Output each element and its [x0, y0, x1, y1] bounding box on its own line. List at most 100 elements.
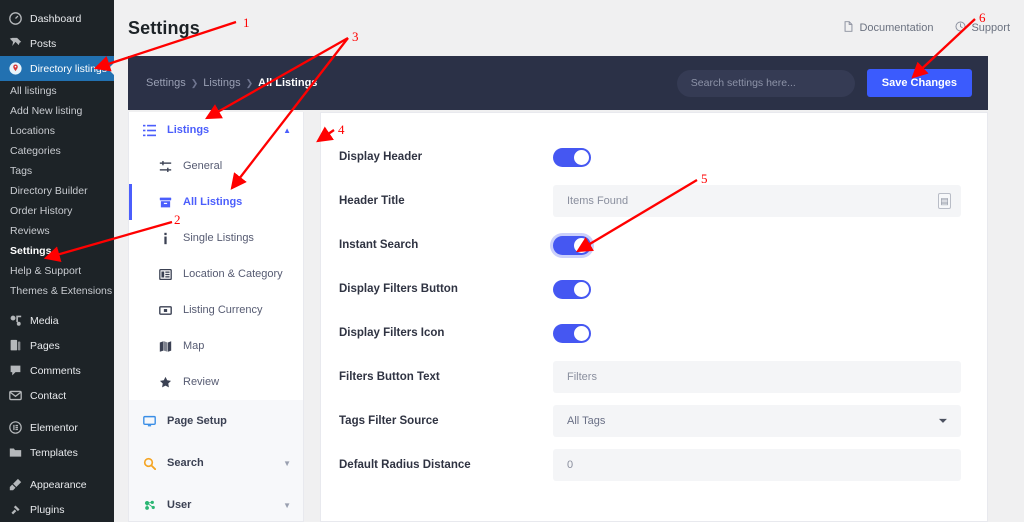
field-label: Instant Search — [339, 239, 419, 251]
wp-submenu-label: Order History — [10, 205, 73, 217]
field-label: Header Title — [339, 195, 405, 207]
select-value: All Tags — [567, 415, 606, 427]
map-icon — [158, 339, 172, 353]
wp-submenu-directory-builder[interactable]: Directory Builder — [0, 181, 114, 201]
breadcrumb-item[interactable]: Listings — [203, 77, 240, 89]
settings-form-card: Display Header Header Title Items Found ▤ In… — [320, 112, 988, 522]
toggle-display-header[interactable] — [553, 147, 591, 167]
wp-menu-label: Elementor — [30, 421, 78, 434]
lifebuoy-icon — [955, 21, 966, 35]
wp-submenu-help-support[interactable]: Help & Support — [0, 261, 114, 281]
wp-menu-label: Directory listings — [30, 62, 108, 75]
wp-menu-templates[interactable]: Templates — [0, 440, 114, 465]
settings-nav-general[interactable]: General — [129, 148, 303, 184]
toggle-display-filters-icon[interactable] — [553, 323, 591, 343]
field-row-display-filters-button: Display Filters Button — [339, 267, 961, 311]
wp-submenu-categories[interactable]: Categories — [0, 141, 114, 161]
header-link-label: Documentation — [859, 22, 934, 34]
settings-nav-review[interactable]: Review — [129, 364, 303, 400]
chevron-down-icon[interactable]: ⏷ — [939, 416, 951, 427]
field-label: Display Filters Icon — [339, 327, 445, 339]
settings-section-user[interactable]: User ▼ — [129, 484, 303, 521]
chevron-down-icon[interactable]: ▼ — [283, 501, 291, 510]
search-settings-input[interactable]: Search settings here... — [676, 69, 855, 97]
settings-nav-all-listings[interactable]: All Listings — [129, 184, 303, 220]
page-title: Settings — [128, 17, 200, 38]
search-icon — [142, 456, 156, 470]
wp-menu-contact[interactable]: Contact — [0, 383, 114, 408]
wp-menu-appearance[interactable]: Appearance — [0, 472, 114, 497]
toggle-knob — [574, 237, 589, 253]
nav-group-listings[interactable]: Listings ▲ — [129, 112, 303, 148]
wp-menu-elementor[interactable]: Elementor — [0, 415, 114, 440]
plug-icon — [8, 502, 23, 517]
wp-submenu-all-listings[interactable]: All listings — [0, 81, 114, 101]
wp-submenu-label: Themes & Extensions — [10, 285, 113, 297]
field-label: Default Radius Distance — [339, 459, 471, 471]
elementor-icon — [8, 420, 23, 435]
wp-menu-plugins[interactable]: Plugins — [0, 497, 114, 522]
pages-icon — [8, 338, 23, 353]
shortcode-icon[interactable]: ▤ — [938, 193, 951, 209]
settings-navigation: Listings ▲ General All Listings Single Lis… — [128, 112, 304, 522]
chevron-up-icon[interactable]: ▲ — [283, 126, 291, 135]
toggle-display-filters-button[interactable] — [553, 279, 591, 299]
field-control — [553, 323, 961, 343]
wp-menu-label: Contact — [30, 389, 67, 402]
toggle-instant-search[interactable] — [553, 235, 591, 255]
settings-nav-label: Location & Category — [183, 268, 283, 280]
wp-menu-directory-listings[interactable]: Directory listings — [0, 56, 114, 81]
field-control — [553, 147, 961, 167]
nav-sections: Page Setup Search ▼ User ▼ — [129, 400, 303, 521]
field-row-default-radius-distance: Default Radius Distance 0 — [339, 443, 961, 487]
field-control — [553, 279, 961, 299]
wp-submenu-add-new-listing[interactable]: Add New listing — [0, 101, 114, 121]
field-row-tags-filter-source: Tags Filter Source All Tags ⏷ — [339, 399, 961, 443]
wp-menu-posts[interactable]: Posts — [0, 31, 114, 56]
input-value: 0 — [567, 459, 574, 471]
wp-menu-comments[interactable]: Comments — [0, 358, 114, 383]
wp-menu-media[interactable]: Media — [0, 308, 114, 333]
breadcrumb-separator: ❯ — [190, 77, 199, 88]
wp-submenu-label: Locations — [10, 125, 55, 137]
list-icon — [142, 123, 156, 137]
nav-group-label: Listings — [167, 124, 210, 136]
wp-submenu-settings[interactable]: Settings — [0, 241, 114, 261]
settings-nav-label: General — [183, 160, 223, 172]
sliders-icon — [158, 159, 172, 173]
settings-nav-location-category[interactable]: Location & Category — [129, 256, 303, 292]
wp-submenu-themes-extensions[interactable]: Themes & Extensions — [0, 281, 114, 301]
field-control: Items Found ▤ — [553, 185, 961, 217]
breadcrumb-item[interactable]: Settings — [146, 77, 186, 89]
wp-submenu-label: Directory Builder — [10, 185, 88, 197]
brush-icon — [8, 477, 23, 492]
field-row-header-title: Header Title Items Found ▤ — [339, 179, 961, 223]
wp-menu-pages[interactable]: Pages — [0, 333, 114, 358]
directory-icon — [8, 61, 23, 76]
settings-section-search[interactable]: Search ▼ — [129, 442, 303, 484]
save-changes-button[interactable]: Save Changes — [866, 69, 972, 97]
input-filters-button-text[interactable]: Filters — [553, 361, 961, 393]
wp-menu-label: Appearance — [30, 478, 87, 491]
wordpress-admin-sidebar: Dashboard Posts Directory listings All lis… — [0, 0, 114, 522]
settings-nav-single-listings[interactable]: Single Listings — [129, 220, 303, 256]
wp-submenu-order-history[interactable]: Order History — [0, 201, 114, 221]
wp-menu-dashboard[interactable]: Dashboard — [0, 6, 114, 31]
input-header-title[interactable]: Items Found ▤ — [553, 185, 961, 217]
search-placeholder-text: Search settings here... — [690, 77, 796, 89]
settings-section-page-setup[interactable]: Page Setup — [129, 400, 303, 442]
header-link-support[interactable]: Support — [955, 21, 1010, 35]
toggle-knob — [574, 281, 589, 297]
breadcrumb-item: All Listings — [258, 77, 318, 89]
toolbar-actions: Search settings here... Save Changes — [676, 69, 972, 97]
select-tags-filter-source[interactable]: All Tags ⏷ — [553, 405, 961, 437]
chevron-down-icon[interactable]: ▼ — [283, 459, 291, 468]
settings-nav-listing-currency[interactable]: Listing Currency — [129, 292, 303, 328]
wp-menu-label: Posts — [30, 37, 57, 50]
wp-submenu-reviews[interactable]: Reviews — [0, 221, 114, 241]
wp-submenu-locations[interactable]: Locations — [0, 121, 114, 141]
settings-nav-map[interactable]: Map — [129, 328, 303, 364]
header-link-documentation[interactable]: Documentation — [843, 21, 933, 35]
wp-submenu-tags[interactable]: Tags — [0, 161, 114, 181]
input-default-radius-distance[interactable]: 0 — [553, 449, 961, 481]
